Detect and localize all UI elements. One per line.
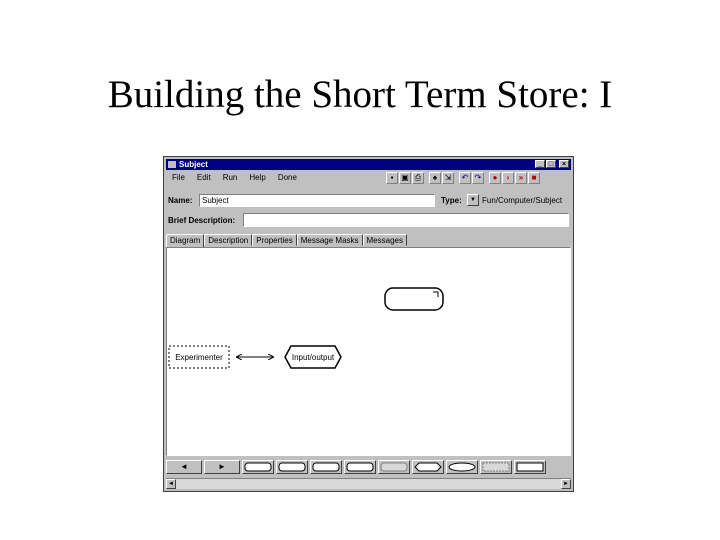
toolbar: ▪ ▣ ⎙ ♠ ⇲ ↶ ↷ ● › » ■ bbox=[386, 172, 540, 184]
zoom-icon[interactable]: ⇲ bbox=[442, 172, 454, 184]
palette-rounded-rect-1[interactable] bbox=[242, 460, 274, 474]
tab-description[interactable]: Description bbox=[204, 234, 253, 246]
description-label: Brief Description: bbox=[168, 216, 236, 225]
menu-file[interactable]: File bbox=[166, 172, 191, 184]
rect-icon bbox=[516, 462, 544, 472]
maximize-button[interactable]: □ bbox=[546, 160, 556, 168]
palette-hexagon[interactable] bbox=[412, 460, 444, 474]
menu-bar: File Edit Run Help Done bbox=[166, 172, 384, 184]
name-field[interactable]: Subject bbox=[199, 194, 435, 207]
print-icon[interactable]: ⎙ bbox=[412, 172, 424, 184]
step-icon[interactable]: › bbox=[502, 172, 514, 184]
tab-diagram[interactable]: Diagram bbox=[166, 234, 205, 247]
chevron-down-icon: ▼ bbox=[470, 197, 476, 203]
tab-properties[interactable]: Properties bbox=[252, 234, 297, 246]
ellipse-icon bbox=[448, 462, 476, 472]
rounded-rect-icon bbox=[312, 462, 340, 472]
close-button[interactable]: × bbox=[559, 160, 569, 168]
menu-done[interactable]: Done bbox=[272, 172, 303, 184]
scroll-right-icon[interactable]: ► bbox=[561, 479, 571, 489]
window-title: Subject bbox=[179, 160, 208, 169]
experimenter-label: Experimenter bbox=[175, 353, 223, 362]
description-field[interactable] bbox=[243, 213, 569, 227]
input-output-node[interactable]: Input/output bbox=[284, 345, 342, 369]
hexagon-icon bbox=[414, 462, 442, 472]
shape-palette: ◄ ► bbox=[166, 458, 571, 476]
menu-edit[interactable]: Edit bbox=[191, 172, 217, 184]
find-icon[interactable]: ♠ bbox=[429, 172, 441, 184]
palette-ellipse[interactable] bbox=[446, 460, 478, 474]
name-label: Name: bbox=[168, 196, 193, 205]
type-dropdown-button[interactable]: ▼ bbox=[467, 194, 479, 206]
diagram-svg: Experimenter Input/output bbox=[168, 287, 444, 369]
tab-strip: Diagram Description Properties Message M… bbox=[166, 234, 407, 247]
palette-rounded-rect-grey[interactable] bbox=[378, 460, 410, 474]
rounded-rect-icon bbox=[244, 462, 272, 472]
rounded-rect-icon bbox=[278, 462, 306, 472]
stop-icon[interactable]: ■ bbox=[528, 172, 540, 184]
slide-title: Building the Short Term Store: I bbox=[107, 73, 613, 116]
palette-rect[interactable] bbox=[514, 460, 546, 474]
minimize-button[interactable]: _ bbox=[535, 160, 545, 168]
palette-nav-right[interactable]: ► bbox=[204, 460, 240, 474]
menu-help[interactable]: Help bbox=[243, 172, 271, 184]
rounded-rect-grey-icon bbox=[380, 462, 408, 472]
window-titlebar[interactable]: Subject _ □ × bbox=[166, 159, 571, 170]
type-value: Fun/Computer/Subject bbox=[482, 196, 563, 205]
fast-forward-icon[interactable]: » bbox=[515, 172, 527, 184]
save-icon[interactable]: ▪ bbox=[386, 172, 398, 184]
undo-icon[interactable]: ↶ bbox=[459, 172, 471, 184]
triangle-left-icon: ◄ bbox=[180, 462, 188, 471]
palette-rounded-rect-2[interactable] bbox=[276, 460, 308, 474]
rect-grey-icon bbox=[482, 462, 510, 472]
tab-message-masks[interactable]: Message Masks bbox=[296, 234, 363, 246]
subject-window: Subject _ □ × File Edit Run Help Done ▪ … bbox=[163, 156, 574, 492]
tab-messages[interactable]: Messages bbox=[362, 234, 407, 246]
book-icon[interactable]: ▣ bbox=[399, 172, 411, 184]
scroll-left-icon[interactable]: ◄ bbox=[166, 479, 176, 489]
empty-store-node[interactable] bbox=[384, 287, 444, 311]
menu-run[interactable]: Run bbox=[217, 172, 244, 184]
record-icon[interactable]: ● bbox=[489, 172, 501, 184]
palette-rounded-rect-3[interactable] bbox=[310, 460, 342, 474]
redo-icon[interactable]: ↷ bbox=[472, 172, 484, 184]
experimenter-node[interactable]: Experimenter bbox=[168, 345, 230, 369]
palette-rect-grey[interactable] bbox=[480, 460, 512, 474]
window-app-icon bbox=[168, 161, 176, 168]
triangle-right-icon: ► bbox=[218, 462, 226, 471]
diagram-canvas[interactable]: Experimenter Input/output bbox=[166, 247, 571, 456]
palette-rounded-rect-4[interactable] bbox=[344, 460, 376, 474]
palette-nav-left[interactable]: ◄ bbox=[166, 460, 202, 474]
input-output-label: Input/output bbox=[292, 353, 335, 362]
rounded-rect-icon bbox=[346, 462, 374, 472]
type-label: Type: bbox=[441, 196, 462, 205]
horizontal-scrollbar[interactable]: ◄ ► bbox=[166, 478, 571, 489]
